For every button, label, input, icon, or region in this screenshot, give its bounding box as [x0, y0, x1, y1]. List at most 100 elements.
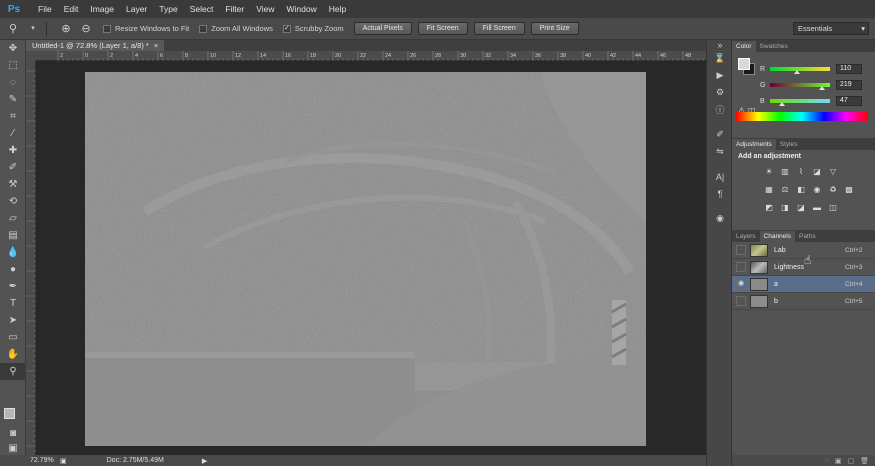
blue-slider-track[interactable] [770, 99, 830, 106]
red-value-input[interactable]: 110 [836, 64, 862, 74]
color-spectrum-ramp[interactable] [736, 112, 868, 121]
threshold-icon[interactable]: ◪ [794, 202, 808, 214]
color-lookup-icon[interactable]: ▩ [842, 184, 856, 196]
move-tool-icon[interactable]: ✥ [0, 40, 26, 57]
type-tool-icon[interactable]: T [0, 295, 26, 312]
menu-window[interactable]: Window [280, 4, 322, 14]
status-options-icon[interactable]: ▣ [60, 457, 67, 465]
slider-blue[interactable]: B 47 [760, 96, 862, 106]
brightness-icon[interactable]: ☀ [762, 166, 776, 178]
zoom-tool-icon[interactable]: ⚲ [6, 22, 20, 36]
actual-pixels-button[interactable]: Actual Pixels [353, 22, 412, 35]
vertical-ruler[interactable] [26, 61, 36, 455]
zoom-all-checkbox[interactable]: Zoom All Windows [199, 24, 273, 33]
info-icon[interactable]: ⓘ [707, 101, 733, 118]
blur-tool-icon[interactable]: 💧 [0, 244, 26, 261]
lasso-tool-icon[interactable]: ◌ [0, 74, 26, 91]
slider-green[interactable]: G 219 [760, 80, 862, 90]
fit-screen-button[interactable]: Fit Screen [417, 22, 468, 35]
new-channel-icon[interactable]: ▢ [847, 457, 854, 465]
hue-saturation-icon[interactable]: ▦ [762, 184, 776, 196]
marquee-tool-icon[interactable]: ⬚ [0, 57, 26, 74]
exposure-icon[interactable]: ◪ [810, 166, 824, 178]
brush-tool-icon[interactable]: ✐ [0, 159, 26, 176]
menu-type[interactable]: Type [153, 4, 183, 14]
hand-tool-icon[interactable]: ✋ [0, 346, 26, 363]
dodge-tool-icon[interactable]: ● [0, 261, 26, 278]
tab-paths[interactable]: Paths [795, 231, 820, 242]
zoom-out-icon[interactable]: ⊖ [79, 22, 93, 36]
invert-icon[interactable]: ◩ [762, 202, 776, 214]
document-tab[interactable]: Untitled-1 @ 72.8% (Layer 1, a/8) * × [26, 40, 165, 51]
visibility-toggle[interactable] [736, 296, 746, 306]
healing-tool-icon[interactable]: ✚ [0, 142, 26, 159]
tab-layers[interactable]: Layers [732, 231, 760, 242]
green-value-input[interactable]: 219 [836, 80, 862, 90]
menu-image[interactable]: Image [84, 4, 120, 14]
foreground-color-swatch[interactable] [4, 408, 15, 419]
visibility-toggle[interactable] [736, 262, 746, 272]
gradient-tool-icon[interactable]: ▤ [0, 227, 26, 244]
checkbox-box[interactable] [199, 24, 208, 33]
scrubby-zoom-checkbox[interactable]: ✓ Scrubby Zoom [282, 24, 344, 33]
checkmark-icon[interactable]: ✓ [282, 24, 291, 33]
slider-thumb[interactable] [779, 102, 785, 106]
history-icon[interactable]: ⌛ [707, 50, 733, 67]
foreground-color-swatch[interactable] [738, 58, 750, 70]
channel-row-b[interactable]: b Ctrl+5 [732, 293, 875, 310]
visibility-toggle[interactable] [736, 245, 746, 255]
tab-swatches[interactable]: Swatches [756, 41, 792, 52]
document-image[interactable] [85, 72, 646, 446]
play-icon[interactable]: ▶ [202, 457, 207, 465]
save-selection-icon[interactable]: ▣ [835, 457, 842, 465]
brush-icon[interactable]: ✐ [707, 126, 733, 143]
slider-thumb[interactable] [794, 70, 800, 74]
tab-color[interactable]: Color [732, 41, 756, 52]
crop-tool-icon[interactable]: ⌗ [0, 108, 26, 125]
levels-icon[interactable]: ▥ [778, 166, 792, 178]
zoom-in-icon[interactable]: ⊕ [59, 22, 73, 36]
blue-value-input[interactable]: 47 [836, 96, 862, 106]
fill-screen-button[interactable]: Fill Screen [473, 22, 525, 35]
black-white-icon[interactable]: ◧ [794, 184, 808, 196]
menu-select[interactable]: Select [184, 4, 220, 14]
photo-filter-icon[interactable]: ◉ [810, 184, 824, 196]
zoom-tool-icon[interactable]: ⚲ [0, 363, 26, 380]
horizontal-ruler[interactable]: 2 0 2 4 6 8 10 12 14 16 18 20 22 24 26 28 30 32 34 36 38 40 42… [36, 51, 706, 61]
menu-filter[interactable]: Filter [219, 4, 250, 14]
pen-tool-icon[interactable]: ✒ [0, 278, 26, 295]
history-brush-tool-icon[interactable]: ⟲ [0, 193, 26, 210]
paragraph-icon[interactable]: ¶ [707, 185, 733, 202]
eraser-tool-icon[interactable]: ▱ [0, 210, 26, 227]
chevron-down-icon[interactable]: ▾ [26, 22, 40, 36]
channel-mixer-icon[interactable]: ♻ [826, 184, 840, 196]
slider-red[interactable]: R 110 [760, 64, 862, 74]
vibrance-icon[interactable]: ▽ [826, 166, 840, 178]
actions-icon[interactable]: ▶ [707, 67, 733, 84]
shape-tool-icon[interactable]: ▭ [0, 329, 26, 346]
menu-file[interactable]: File [32, 4, 58, 14]
load-selection-icon[interactable]: ◌ [825, 457, 829, 464]
quick-select-tool-icon[interactable]: ✎ [0, 91, 26, 108]
print-size-button[interactable]: Print Size [530, 22, 579, 35]
3d-icon[interactable]: ◉ [707, 210, 733, 227]
green-slider-track[interactable] [770, 83, 830, 90]
slider-thumb[interactable] [819, 86, 825, 90]
delete-channel-icon[interactable]: 🗑 [860, 457, 869, 465]
menu-view[interactable]: View [250, 4, 280, 14]
color-balance-icon[interactable]: ⚖ [778, 184, 792, 196]
tab-styles[interactable]: Styles [776, 139, 802, 150]
curves-icon[interactable]: ⌇ [794, 166, 808, 178]
menu-help[interactable]: Help [323, 4, 352, 14]
tab-adjustments[interactable]: Adjustments [732, 139, 776, 150]
checkbox-box[interactable] [103, 24, 111, 33]
menu-layer[interactable]: Layer [120, 4, 153, 14]
path-select-tool-icon[interactable]: ➤ [0, 312, 26, 329]
brush-presets-icon[interactable]: ⇋ [707, 143, 733, 160]
stamp-tool-icon[interactable]: ⚒ [0, 176, 26, 193]
posterize-icon[interactable]: ◨ [778, 202, 792, 214]
workspace-select[interactable]: Essentials ▾ [793, 22, 869, 35]
zoom-level[interactable]: 72.79% [0, 457, 54, 464]
resize-windows-checkbox[interactable]: Resize Windows to Fit [103, 24, 189, 33]
collapse-icon[interactable]: » [707, 40, 733, 50]
